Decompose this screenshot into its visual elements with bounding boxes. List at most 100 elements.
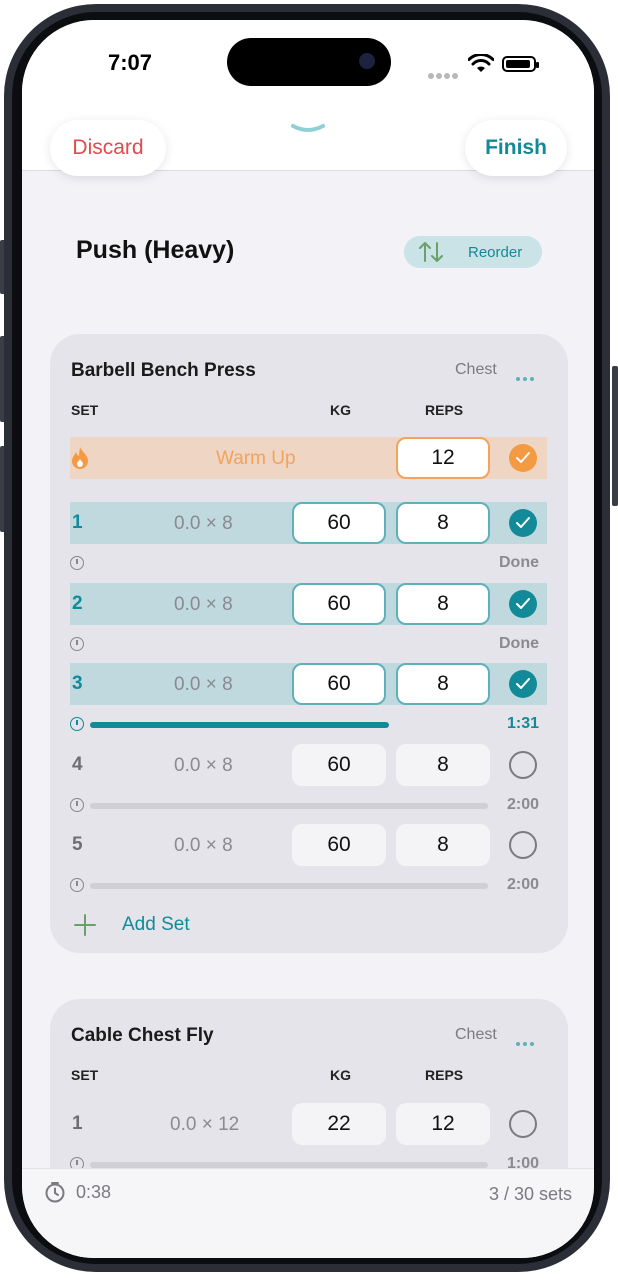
battery-icon xyxy=(502,56,539,72)
set-number: 5 xyxy=(72,834,83,855)
rest-timer-row: Done xyxy=(70,554,547,578)
reorder-button[interactable]: Reorder xyxy=(404,236,542,268)
set-complete-checkbox[interactable] xyxy=(509,751,537,779)
checkmark-icon xyxy=(516,452,530,463)
kg-column-header: KG xyxy=(330,1067,351,1083)
warmup-label: Warm Up xyxy=(216,448,296,469)
exercise-name[interactable]: Cable Chest Fly xyxy=(71,1025,214,1047)
kg-column-header: KG xyxy=(330,402,351,418)
reps-input[interactable]: 12 xyxy=(396,1103,490,1145)
cellular-signal-icon xyxy=(428,66,460,84)
power-button xyxy=(612,366,618,506)
exercise-name[interactable]: Barbell Bench Press xyxy=(71,360,256,382)
reps-input[interactable]: 8 xyxy=(396,824,490,866)
reps-column-header: REPS xyxy=(425,1067,464,1083)
checkmark-icon xyxy=(516,517,530,528)
finish-button[interactable]: Finish xyxy=(465,120,567,176)
reps-input[interactable]: 8 xyxy=(396,502,490,544)
rest-progress-track[interactable] xyxy=(90,722,488,728)
kg-input[interactable]: 60 xyxy=(292,502,386,544)
set-column-header: SET xyxy=(71,402,99,418)
rest-duration: 2:00 xyxy=(506,876,539,893)
reorder-icon xyxy=(419,242,443,262)
clock-icon xyxy=(70,798,84,812)
warmup-set-row: Warm Up 12 xyxy=(70,437,547,479)
stopwatch-icon xyxy=(45,1182,65,1203)
warmup-reps-input[interactable]: 12 xyxy=(396,437,490,479)
discard-button[interactable]: Discard xyxy=(50,120,166,176)
exercise-muscle: Chest xyxy=(455,361,497,378)
set-complete-checkbox[interactable] xyxy=(509,1110,537,1138)
dynamic-island xyxy=(227,38,391,86)
add-set-label: Add Set xyxy=(122,914,190,935)
set-complete-checkbox[interactable] xyxy=(509,670,537,698)
previous-value[interactable]: 0.0 × 8 xyxy=(174,674,233,696)
rest-progress-track[interactable] xyxy=(90,883,488,889)
set-row: 1 0.0 × 12 22 12 xyxy=(70,1103,547,1145)
exercise-card: Barbell Bench Press Chest SET KG REPS Wa… xyxy=(50,334,568,953)
previous-value[interactable]: 0.0 × 12 xyxy=(170,1114,239,1136)
more-options-icon[interactable] xyxy=(516,368,537,386)
wifi-icon xyxy=(468,54,494,72)
exercise-muscle: Chest xyxy=(455,1026,497,1043)
rest-timer-row: Done xyxy=(70,635,547,659)
flame-icon xyxy=(72,447,88,469)
rest-countdown: 1:31 xyxy=(506,715,539,732)
workout-top-bar: Discard Finish xyxy=(22,100,594,176)
rest-duration: 2:00 xyxy=(506,796,539,813)
set-number: 2 xyxy=(72,593,83,614)
set-number: 1 xyxy=(72,512,83,533)
reps-input[interactable]: 8 xyxy=(396,663,490,705)
sets-progress: 3 / 30 sets xyxy=(488,1184,572,1204)
kg-input[interactable]: 60 xyxy=(292,583,386,625)
clock-icon xyxy=(70,878,84,892)
chevron-down-icon[interactable] xyxy=(290,122,326,136)
reps-input[interactable]: 8 xyxy=(396,583,490,625)
warmup-complete-checkbox[interactable] xyxy=(509,444,537,472)
reorder-label: Reorder xyxy=(468,243,523,261)
add-set-button[interactable]: Add Set xyxy=(74,914,190,936)
clock-icon xyxy=(70,717,84,731)
plus-icon xyxy=(74,914,96,936)
clock-icon xyxy=(70,637,84,651)
previous-value[interactable]: 0.0 × 8 xyxy=(174,513,233,535)
previous-value[interactable]: 0.0 × 8 xyxy=(174,835,233,857)
reps-column-header: REPS xyxy=(425,402,464,418)
rest-timer-row: 2:00 xyxy=(70,796,547,820)
elapsed-time: 0:38 xyxy=(76,1181,112,1202)
routine-title: Push (Heavy) xyxy=(76,236,235,264)
set-column-header: SET xyxy=(71,1067,99,1083)
kg-input[interactable]: 60 xyxy=(292,824,386,866)
rest-progress-track[interactable] xyxy=(90,803,488,809)
rest-status: Done xyxy=(499,554,539,571)
set-row: 2 0.0 × 8 60 8 xyxy=(70,583,547,625)
more-options-icon[interactable] xyxy=(516,1033,537,1051)
set-complete-checkbox[interactable] xyxy=(509,590,537,618)
set-row: 1 0.0 × 8 60 8 xyxy=(70,502,547,544)
set-row: 4 0.0 × 8 60 8 xyxy=(70,744,547,786)
set-number: 1 xyxy=(72,1113,83,1134)
set-row: 5 0.0 × 8 60 8 xyxy=(70,824,547,866)
kg-input[interactable]: 60 xyxy=(292,744,386,786)
rest-progress-fill xyxy=(90,722,389,728)
camera-icon xyxy=(359,53,375,69)
status-bar: 7:07 xyxy=(22,20,594,100)
rest-status: Done xyxy=(499,635,539,652)
reps-input[interactable]: 8 xyxy=(396,744,490,786)
checkmark-icon xyxy=(516,598,530,609)
kg-input[interactable]: 60 xyxy=(292,663,386,705)
clock-icon xyxy=(70,556,84,570)
set-complete-checkbox[interactable] xyxy=(509,831,537,859)
set-complete-checkbox[interactable] xyxy=(509,509,537,537)
set-number: 4 xyxy=(72,754,83,775)
previous-value[interactable]: 0.0 × 8 xyxy=(174,594,233,616)
workout-summary-bar: 0:38 3 / 30 sets xyxy=(22,1168,594,1258)
elapsed-timer[interactable]: 0:38 xyxy=(44,1181,111,1203)
rest-timer-row: 2:00 xyxy=(70,876,547,900)
set-number: 3 xyxy=(72,673,83,694)
screen: 7:07 Discard Finish Push (Heavy) Reorder… xyxy=(22,20,594,1258)
previous-value[interactable]: 0.0 × 8 xyxy=(174,755,233,777)
kg-input[interactable]: 22 xyxy=(292,1103,386,1145)
rest-timer-row-active: 1:31 xyxy=(70,715,547,739)
status-time: 7:07 xyxy=(108,50,153,75)
